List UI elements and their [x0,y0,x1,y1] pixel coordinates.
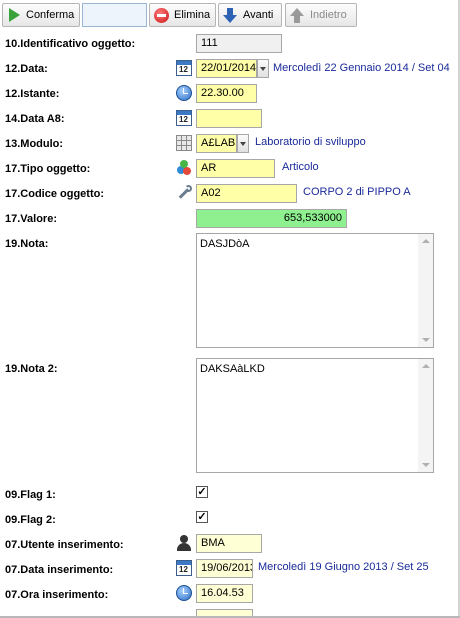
scroll-up-icon[interactable] [422,239,430,243]
codice-oggetto-label: 17.Codice oggetto: [5,188,105,200]
modulo-label: 13.Modulo: [5,138,64,150]
clock-icon[interactable] [176,585,192,601]
tipo-oggetto-description: Articolo [282,161,319,173]
codice-oggetto-field[interactable]: A02 [196,184,297,203]
back-label: Indietro [310,9,347,21]
nota2-scrollbar[interactable] [418,359,433,472]
nota-label: 19.Nota: [5,238,49,250]
nota-scrollbar[interactable] [418,234,433,347]
codice-oggetto-description: CORPO 2 di PIPPO A [303,186,411,198]
nota-text: DASJDòA [200,238,250,250]
scroll-up-icon[interactable] [422,364,430,368]
ora-inserimento-label: 07.Ora inserimento: [5,589,109,601]
play-icon [9,8,20,22]
istante-label: 12.Istante: [5,88,60,100]
flag1-checkbox[interactable]: ✓ [196,486,208,498]
modulo-description: Laboratorio di sviluppo [255,136,366,148]
arrow-down-icon [223,7,237,23]
grid-icon[interactable] [176,135,192,151]
delete-label: Elimina [174,9,211,21]
toolbar: Conferma Elimina Avanti Indietro [0,0,460,32]
modulo-field[interactable]: A£LABS [196,134,237,153]
calendar-icon[interactable]: 12 [176,60,192,76]
confirm-label: Conferma [26,9,75,21]
nota2-textarea[interactable]: DAKSAàLKD [196,358,434,473]
data-inserimento-field[interactable]: 19/06/2013 [196,559,253,578]
flag2-checkbox[interactable]: ✓ [196,511,208,523]
nota-textarea[interactable]: DASJDòA [196,233,434,348]
valore-label: 17.Valore: [5,213,57,225]
utente-inserimento-label: 07.Utente inserimento: [5,539,124,551]
valore-field[interactable]: 653,533000 [196,209,347,228]
calendar-icon[interactable]: 12 [176,110,192,126]
identificativo-label: 10.Identificativo oggetto: [5,38,136,50]
back-button[interactable]: Indietro [285,3,357,27]
confirm-button[interactable]: Conferma [2,3,80,27]
tipo-oggetto-label: 17.Tipo oggetto: [5,163,91,175]
data-inserimento-label: 07.Data inserimento: [5,564,114,576]
delete-button[interactable]: Elimina [149,3,216,27]
delete-icon [154,7,169,23]
wrench-icon[interactable] [176,185,192,201]
user-icon [176,535,192,551]
nota2-text: DAKSAàLKD [200,363,265,375]
flag1-label: 09.Flag 1: [5,489,56,501]
arrow-up-icon [290,7,304,23]
calendar-icon[interactable]: 12 [176,560,192,576]
tipo-oggetto-field[interactable]: AR [196,159,275,178]
nota2-label: 19.Nota 2: [5,363,58,375]
ora-inserimento-field[interactable]: 16.04.53 [196,584,253,603]
modulo-dropdown-button[interactable] [237,134,249,153]
data-dropdown-button[interactable] [257,59,269,78]
data-description: Mercoledì 22 Gennaio 2014 / Set 04 [273,62,450,74]
utente-inserimento-field[interactable]: BMA [196,534,262,553]
scroll-down-icon[interactable] [422,338,430,342]
identificativo-field[interactable]: 111 [196,34,282,53]
clock-icon[interactable] [176,85,192,101]
forward-button[interactable]: Avanti [218,3,282,27]
data-inserimento-description: Mercoledì 19 Giugno 2013 / Set 25 [258,561,429,573]
forward-label: Avanti [243,9,274,21]
data-field[interactable]: 22/01/2014 [196,59,257,78]
shapes-icon[interactable] [176,160,192,176]
flag2-label: 09.Flag 2: [5,514,56,526]
toolbar-empty-button[interactable] [82,3,147,27]
data-a8-field[interactable] [196,109,262,128]
data-label: 12.Data: [5,63,48,75]
data-a8-label: 14.Data A8: [5,113,65,125]
istante-field[interactable]: 22.30.00 [196,84,257,103]
scroll-down-icon[interactable] [422,463,430,467]
